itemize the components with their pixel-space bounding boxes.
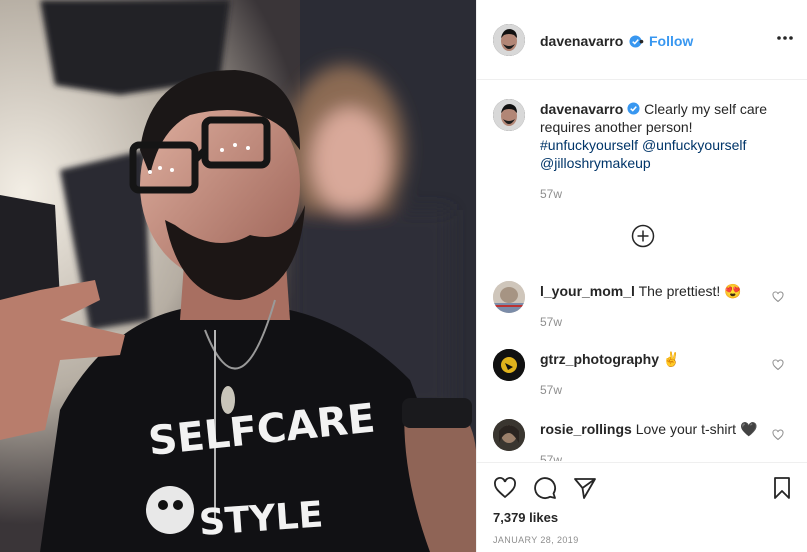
comment-username[interactable]: l_your_mom_l (540, 283, 635, 299)
post-date[interactable]: JANUARY 28, 2019 (493, 535, 579, 545)
caption-username[interactable]: davenavarro (540, 101, 623, 117)
like-comment-heart-icon[interactable] (772, 291, 784, 303)
comment-text: Love your t-shirt (635, 421, 737, 437)
comment-icon[interactable] (533, 476, 557, 500)
comment-text-block: l_your_mom_l The prettiest! 😍 (540, 283, 742, 300)
header-username[interactable]: davenavarro (540, 33, 623, 49)
comment-username[interactable]: gtrz_photography (540, 351, 659, 367)
like-comment-heart-icon[interactable] (772, 359, 784, 371)
comments-list[interactable]: davenavarro Clearly my self care require… (477, 81, 807, 461)
comment-time[interactable]: 57w (540, 315, 562, 329)
caption-mention[interactable]: @unfuckyourself (642, 137, 746, 153)
comment-item: l_your_mom_l The prettiest! 😍 57w (477, 281, 807, 351)
shirt-text-bottom: STYLE (198, 494, 325, 544)
post-header: davenavarro • Follow (477, 0, 807, 80)
caption-hashtag[interactable]: #unfuckyourself (540, 137, 638, 153)
bookmark-icon[interactable] (770, 476, 794, 500)
comment-time[interactable]: 57w (540, 453, 562, 461)
load-more-comments-icon[interactable] (631, 224, 655, 248)
caption-time[interactable]: 57w (540, 187, 562, 201)
avatar[interactable] (493, 24, 525, 56)
post-sidebar: davenavarro • Follow davenavarro Clearly… (476, 0, 807, 552)
caption-mention[interactable]: @jilloshrymakeup (540, 155, 651, 171)
post-photo[interactable]: SELFCARE STYLE (0, 0, 476, 552)
avatar[interactable] (493, 281, 525, 313)
post-actions: 7,379 likes JANUARY 28, 2019 (477, 462, 807, 552)
avatar[interactable] (493, 419, 525, 451)
share-icon[interactable] (573, 476, 597, 500)
comment-text-block: rosie_rollings Love your t-shirt 🖤 (540, 421, 757, 438)
comment-text-block: gtrz_photography ✌ (540, 351, 680, 368)
verified-badge-icon (627, 102, 640, 115)
comment-text: The prettiest! (638, 283, 721, 299)
caption-text-block: davenavarro Clearly my self care require… (540, 100, 795, 172)
comment-emoji: 🖤 (739, 421, 758, 437)
comment-emoji: 😍 (724, 283, 742, 299)
heart-icon[interactable] (493, 476, 517, 500)
comment-item: rosie_rollings Love your t-shirt 🖤 57w (477, 419, 807, 461)
avatar[interactable] (493, 99, 525, 131)
avatar[interactable] (493, 349, 525, 381)
more-horizontal-icon[interactable] (776, 28, 794, 48)
likes-count[interactable]: 7,379 likes (493, 510, 558, 525)
comment-time[interactable]: 57w (540, 383, 562, 397)
comment-item: gtrz_photography ✌ 57w (477, 349, 807, 419)
like-comment-heart-icon[interactable] (772, 429, 784, 441)
header-separator: • (639, 33, 644, 49)
follow-button[interactable]: Follow (649, 33, 693, 49)
post-photo-image: SELFCARE STYLE (0, 0, 476, 552)
comment-username[interactable]: rosie_rollings (540, 421, 632, 437)
comment-emoji: ✌ (662, 351, 681, 367)
